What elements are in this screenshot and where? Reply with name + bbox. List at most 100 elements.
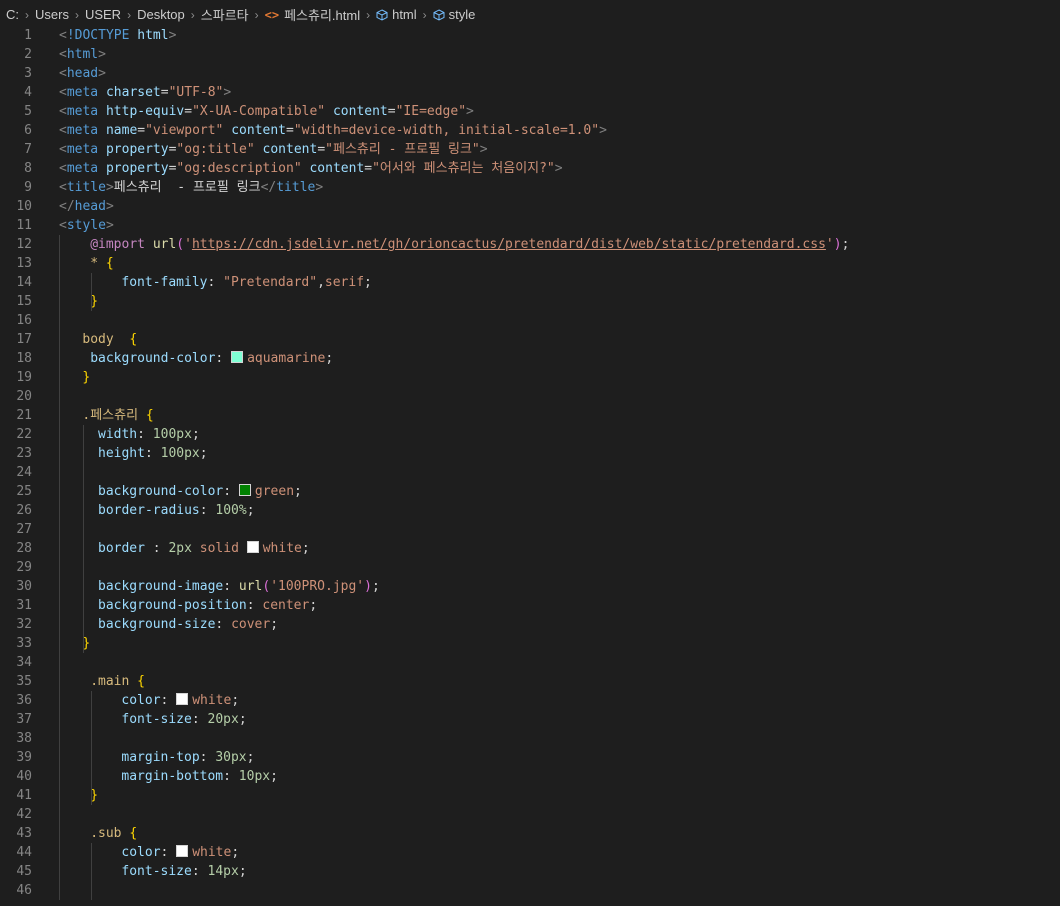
code-line[interactable]: 5 <meta http-equiv="X-UA-Compatible" cont…	[0, 102, 1060, 121]
code-token: >	[315, 180, 324, 195]
code-line[interactable]: 34	[0, 653, 1060, 672]
code-line[interactable]: 28 border : 2px solid white;	[0, 539, 1060, 558]
code-line[interactable]: 43 .sub {	[0, 824, 1060, 843]
code-line[interactable]: 46	[0, 881, 1060, 900]
code-line[interactable]: 24	[0, 463, 1060, 482]
code-line[interactable]: 20	[0, 387, 1060, 406]
code-token: property	[105, 142, 169, 157]
code-line[interactable]: 37 font-size: 20px;	[0, 710, 1060, 729]
breadcrumb-style-symbol[interactable]: style	[449, 7, 476, 22]
code-line[interactable]: 12 @import url('https://cdn.jsdelivr.net/…	[0, 235, 1060, 254]
code-token: property	[105, 161, 169, 176]
code-line[interactable]: 35 .main {	[0, 672, 1060, 691]
indent-guide	[91, 273, 92, 311]
code-line[interactable]: 26 border-radius: 100%;	[0, 501, 1060, 520]
code-line[interactable]: 22 width: 100px;	[0, 425, 1060, 444]
code-text: body {	[82, 330, 137, 349]
code-line[interactable]: 27	[0, 520, 1060, 539]
code-text: @import url('https://cdn.jsdelivr.net/gh…	[90, 235, 849, 254]
code-token: :	[160, 693, 177, 708]
code-line[interactable]: 13 * {	[0, 254, 1060, 273]
breadcrumb-users[interactable]: Users	[35, 7, 69, 22]
code-token: charset	[105, 85, 161, 100]
code-token: font-size	[121, 864, 192, 879]
code-line[interactable]: 42	[0, 805, 1060, 824]
code-line[interactable]: 38	[0, 729, 1060, 748]
breadcrumb-desktop[interactable]: Desktop	[137, 7, 185, 22]
code-line[interactable]: 4 <meta charset="UTF-8">	[0, 83, 1060, 102]
code-token: :	[137, 427, 153, 442]
code-line[interactable]: 11 <style>	[0, 216, 1060, 235]
code-token: 20px	[207, 712, 239, 727]
code-line[interactable]: 10 </head>	[0, 197, 1060, 216]
color-swatch[interactable]	[176, 693, 189, 705]
code-line[interactable]: 17 body {	[0, 330, 1060, 349]
code-token: <	[59, 47, 67, 62]
code-line[interactable]: 16	[0, 311, 1060, 330]
line-number: 1	[24, 28, 32, 43]
code-token: }	[82, 370, 91, 385]
code-line[interactable]: 41}	[0, 786, 1060, 805]
code-line[interactable]: 44 color: white;	[0, 843, 1060, 862]
code-line[interactable]: 18 background-color: aquamarine;	[0, 349, 1060, 368]
code-token: ;	[231, 845, 240, 860]
code-token: :	[215, 617, 232, 632]
code-line[interactable]: 36 color: white;	[0, 691, 1060, 710]
breadcrumb-folder[interactable]: 스파르타	[201, 5, 249, 24]
line-number: 7	[24, 142, 32, 157]
code-token: 페스츄리 - 프로필 링크	[113, 180, 261, 195]
code-token: )	[364, 579, 372, 594]
code-line[interactable]: 14 font-family: "Pretendard",serif;	[0, 273, 1060, 292]
code-line[interactable]: 31 background-position: center;	[0, 596, 1060, 615]
breadcrumb-drive[interactable]: C:	[6, 7, 19, 22]
code-line[interactable]: 33}	[0, 634, 1060, 653]
code-token: border	[98, 541, 145, 556]
code-line[interactable]: 7 <meta property="og:title" content="페스츄리…	[0, 140, 1060, 159]
code-text: <title>페스츄리 - 프로필 링크</title>	[59, 178, 323, 197]
code-line[interactable]: 6 <meta name="viewport" content="width=de…	[0, 121, 1060, 140]
code-token: ;	[231, 693, 240, 708]
code-line[interactable]: 23 height: 100px;	[0, 444, 1060, 463]
code-line[interactable]: 25 background-color: green;	[0, 482, 1060, 501]
code-line[interactable]: 9 <title>페스츄리 - 프로필 링크</title>	[0, 178, 1060, 197]
line-number: 38	[16, 731, 32, 746]
code-token: solid	[199, 541, 239, 556]
color-swatch[interactable]	[231, 351, 244, 363]
line-number: 46	[16, 883, 32, 898]
line-number: 15	[16, 294, 32, 309]
code-editor[interactable]: 1 <!DOCTYPE html> 2 <html> 3 <head> 4 <meta cha…	[0, 26, 1060, 906]
color-swatch[interactable]	[238, 484, 251, 496]
code-token: >	[223, 85, 232, 100]
color-swatch[interactable]	[176, 845, 189, 857]
line-number: 29	[16, 560, 32, 575]
code-token: >	[105, 180, 114, 195]
code-line[interactable]: 15}	[0, 292, 1060, 311]
code-line[interactable]: 29	[0, 558, 1060, 577]
code-line[interactable]: 3 <head>	[0, 64, 1060, 83]
code-line[interactable]: 30 background-image: url('100PRO.jpg');	[0, 577, 1060, 596]
breadcrumb-user[interactable]: USER	[85, 7, 121, 22]
code-line[interactable]: 32 background-size: cover;	[0, 615, 1060, 634]
code-text: font-size: 20px;	[121, 710, 246, 729]
code-line[interactable]: 21 .페스츄리 {	[0, 406, 1060, 425]
code-line[interactable]: 45 font-size: 14px;	[0, 862, 1060, 881]
breadcrumb-file[interactable]: 페스츄리.html	[284, 5, 360, 24]
code-line[interactable]: 2 <html>	[0, 45, 1060, 64]
code-line[interactable]: 19}	[0, 368, 1060, 387]
code-line[interactable]: 1 <!DOCTYPE html>	[0, 26, 1060, 45]
code-text: border : 2px solid white;	[98, 539, 310, 558]
code-line[interactable]: 8 <meta property = "og:description" content…	[0, 159, 1060, 178]
code-line[interactable]: 40 margin-bottom: 10px;	[0, 767, 1060, 786]
code-text: background-color: aquamarine;	[90, 349, 333, 368]
code-token: ;	[246, 750, 255, 765]
code-token: style	[66, 218, 106, 233]
code-token: :	[160, 845, 177, 860]
code-token: "width=device-width, initial-scale=1.0"	[293, 123, 600, 138]
color-swatch[interactable]	[246, 541, 259, 553]
breadcrumb-html-symbol[interactable]: html	[392, 7, 417, 22]
code-token: name	[105, 123, 138, 138]
code-token: html	[137, 28, 169, 43]
code-line[interactable]: 39 margin-top: 30px;	[0, 748, 1060, 767]
code-text: color: white;	[121, 843, 239, 862]
